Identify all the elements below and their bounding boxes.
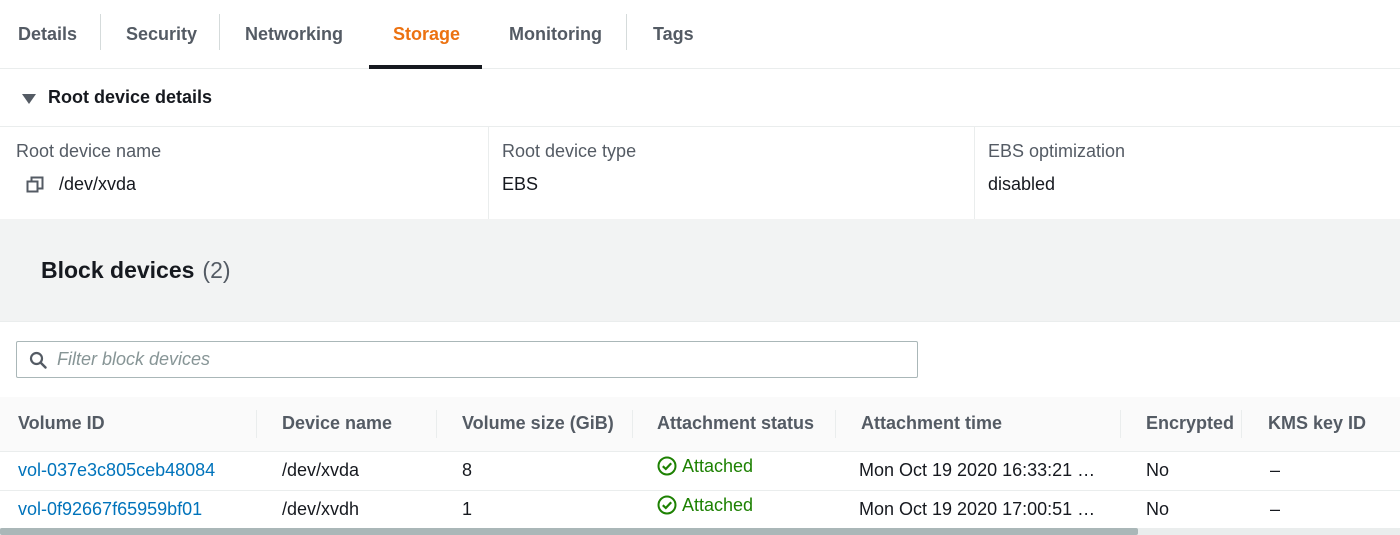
column-header-volume-id[interactable]: Volume ID (0, 397, 257, 452)
volume-size-cell: 8 (437, 451, 633, 491)
root-device-name-field: Root device name /dev/xvda (0, 127, 489, 219)
root-device-name-label: Root device name (16, 141, 162, 161)
kms-key-id-cell: – (1242, 490, 1400, 530)
search-icon (29, 351, 47, 369)
check-circle-icon (657, 456, 677, 476)
attachment-status-cell: Attached (633, 451, 836, 491)
device-name-cell: /dev/xvdh (257, 490, 437, 530)
block-devices-title: Block devices (41, 256, 195, 283)
volume-id-link[interactable]: vol-037e3c805ceb48084 (0, 451, 257, 491)
tab-bar: Details Security Networking Storage Moni… (0, 0, 1400, 69)
attachment-status-cell: Attached (633, 490, 836, 530)
check-circle-icon (657, 495, 677, 515)
volume-size-cell: 1 (437, 490, 633, 530)
encrypted-cell: No (1121, 451, 1242, 491)
column-header-attachment-time[interactable]: Attachment time (836, 397, 1121, 452)
horizontal-scrollbar[interactable] (0, 528, 1400, 535)
root-device-type-field: Root device type EBS (489, 127, 975, 219)
copy-icon[interactable] (26, 176, 44, 194)
kms-key-id-cell: – (1242, 451, 1400, 491)
tab-storage[interactable]: Storage (369, 0, 482, 69)
root-device-section-header[interactable]: Root device details (0, 69, 1400, 127)
filter-bar (0, 322, 1400, 397)
root-device-type-label: Root device type (502, 141, 637, 161)
column-header-attachment-status[interactable]: Attachment status (633, 397, 836, 452)
filter-box[interactable] (16, 341, 918, 378)
ebs-optimization-field: EBS optimization disabled (975, 127, 1400, 219)
tab-tags[interactable]: Tags (627, 0, 727, 68)
root-device-type-value: EBS (502, 174, 539, 194)
tab-monitoring[interactable]: Monitoring (482, 0, 627, 68)
root-device-section-title: Root device details (48, 87, 213, 107)
column-header-device-name[interactable]: Device name (257, 397, 437, 452)
attachment-status-label: Attached (682, 494, 754, 515)
filter-block-devices-input[interactable] (57, 349, 877, 370)
table-header-row: Volume ID Device name Volume size (GiB) … (0, 397, 1400, 452)
attachment-status-label: Attached (682, 455, 754, 476)
tab-details[interactable]: Details (0, 0, 101, 68)
device-name-cell: /dev/xvda (257, 451, 437, 491)
block-devices-header: Block devices (2) (0, 219, 1400, 322)
ebs-optimization-value: disabled (988, 174, 1056, 194)
ebs-optimization-label: EBS optimization (988, 141, 1126, 161)
column-header-kms-key-id[interactable]: KMS key ID (1242, 397, 1400, 452)
table-row: vol-0f92667f65959bf01 /dev/xvdh 1 Attach… (0, 490, 1400, 530)
attachment-time-cell: Mon Oct 19 2020 16:33:21 … (836, 451, 1121, 491)
attachment-time-cell: Mon Oct 19 2020 17:00:51 … (836, 490, 1121, 530)
block-devices-table: Volume ID Device name Volume size (GiB) … (0, 397, 1400, 530)
table-row: vol-037e3c805ceb48084 /dev/xvda 8 Attach… (0, 451, 1400, 491)
column-header-encrypted[interactable]: Encrypted (1121, 397, 1242, 452)
tab-networking[interactable]: Networking (220, 0, 369, 68)
root-device-name-value: /dev/xvda (59, 174, 137, 194)
column-header-volume-size[interactable]: Volume size (GiB) (437, 397, 633, 452)
caret-down-icon[interactable] (22, 93, 36, 104)
block-devices-count: (2) (202, 256, 231, 283)
scrollbar-thumb[interactable] (0, 528, 1138, 535)
encrypted-cell: No (1121, 490, 1242, 530)
volume-id-link[interactable]: vol-0f92667f65959bf01 (0, 490, 257, 530)
root-device-details: Root device name /dev/xvda Root device t… (0, 127, 1400, 219)
tab-security[interactable]: Security (101, 0, 220, 68)
